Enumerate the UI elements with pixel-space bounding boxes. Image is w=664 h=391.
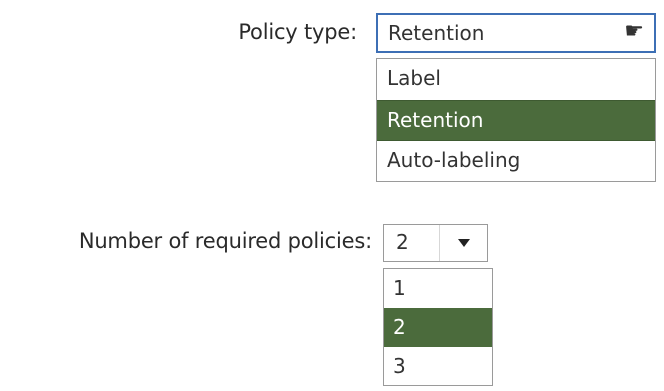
required-policies-option-2[interactable]: 2 xyxy=(384,308,492,347)
policy-type-options-list: Label Retention Auto-labeling xyxy=(376,58,656,182)
policy-type-selected-value: Retention xyxy=(388,21,485,45)
policy-type-option-auto-labeling[interactable]: Auto-labeling xyxy=(377,141,655,182)
policy-type-label: Policy type: xyxy=(238,20,357,44)
chevron-down-icon[interactable] xyxy=(458,239,470,247)
policy-type-option-retention[interactable]: Retention xyxy=(377,100,655,141)
required-policies-selected-value: 2 xyxy=(396,230,409,254)
policy-type-option-label[interactable]: Label xyxy=(377,59,655,100)
select-divider xyxy=(439,225,440,261)
required-policies-option-3[interactable]: 3 xyxy=(384,347,492,386)
hand-pointer-icon: ☛ xyxy=(624,19,644,44)
required-policies-label: Number of required policies: xyxy=(78,229,372,253)
policy-type-select[interactable]: Retention ☛ xyxy=(376,13,656,53)
required-policies-option-1[interactable]: 1 xyxy=(384,269,492,308)
required-policies-options-list: 1 2 3 xyxy=(383,268,493,386)
required-policies-select[interactable]: 2 xyxy=(383,224,488,262)
